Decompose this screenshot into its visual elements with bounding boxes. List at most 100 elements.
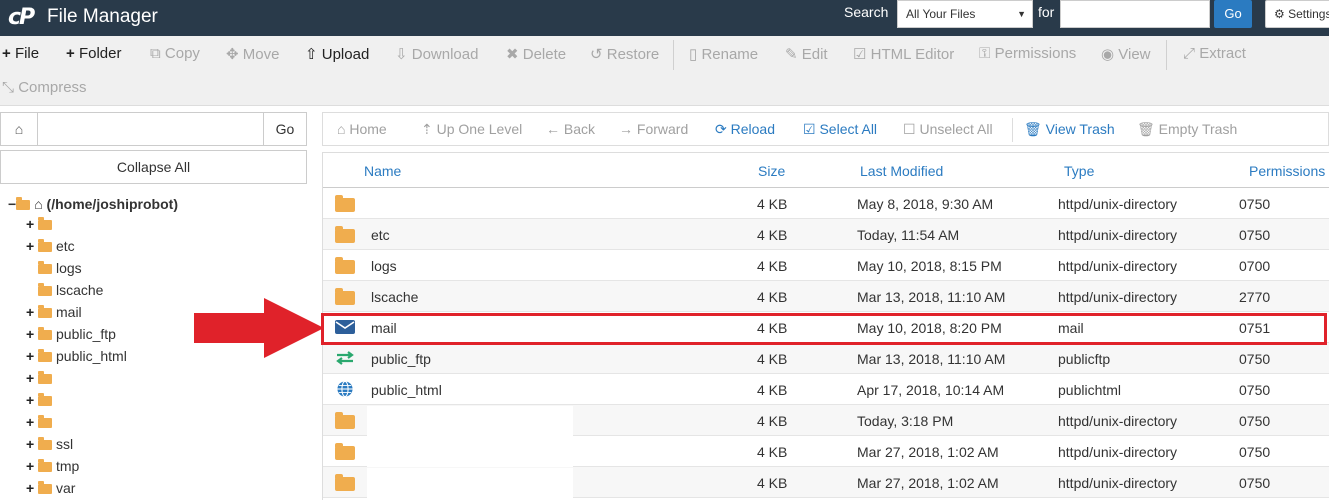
tree-item[interactable]: + tmp xyxy=(26,458,79,474)
close-icon: ✖ xyxy=(506,46,519,63)
permissions-button[interactable]: ⚿ Permissions xyxy=(979,45,1076,62)
tree-root[interactable]: − ⌂ (/home/joshiprobot) xyxy=(8,196,178,212)
plus-icon: + xyxy=(26,348,35,364)
html-editor-label: HTML Editor xyxy=(870,46,955,63)
folder-icon xyxy=(38,371,52,384)
cpanel-logo[interactable]: cP xyxy=(8,5,40,30)
tree-item[interactable]: + ssl xyxy=(26,436,73,452)
tree-item[interactable]: + xyxy=(26,370,56,386)
table-row[interactable]: etc 4 KB Today, 11:54 AM httpd/unix-directo… xyxy=(323,219,1329,250)
reload-button[interactable]: ⟳ Reload xyxy=(715,121,775,138)
move-button[interactable]: ✥ Move xyxy=(226,45,279,63)
upload-button[interactable]: ⇧ Upload xyxy=(305,45,369,63)
edit-square-icon: ☑ xyxy=(853,46,867,63)
search-input[interactable] xyxy=(1060,0,1210,28)
tree-item[interactable]: + public_ftp xyxy=(26,326,116,342)
column-last-modified[interactable]: Last Modified xyxy=(860,163,943,179)
new-file-button[interactable]: + File xyxy=(2,45,39,62)
compress-button[interactable]: ⤡ Compress xyxy=(2,79,87,96)
up-one-level-button[interactable]: ⇡ Up One Level xyxy=(421,121,522,138)
back-button[interactable]: ← Back xyxy=(546,121,595,137)
nav-home-button[interactable]: ⌂ Home xyxy=(337,121,387,137)
expand-icon: ⤢ xyxy=(1183,45,1196,62)
column-size[interactable]: Size xyxy=(758,163,785,179)
table-row[interactable]: logs 4 KB May 10, 2018, 8:15 PM httpd/unix-… xyxy=(323,250,1329,281)
view-button[interactable]: ◉ View xyxy=(1101,45,1151,63)
file-permissions: 0750 xyxy=(1239,351,1271,367)
settings-button[interactable]: ⚙ Settings xyxy=(1265,0,1329,28)
file-name[interactable]: lscache xyxy=(371,289,418,305)
trash-icon: 🗑 xyxy=(1024,121,1042,137)
rename-label: Rename xyxy=(701,46,759,63)
file-type: publichtml xyxy=(1058,382,1122,398)
tree-item[interactable]: logs xyxy=(38,260,82,276)
delete-label: Delete xyxy=(522,46,567,63)
home-icon[interactable]: ⌂ xyxy=(0,112,38,146)
plus-icon: + xyxy=(26,392,35,408)
search-go-button[interactable]: Go xyxy=(1214,0,1252,28)
file-modified: Today, 11:54 AM xyxy=(857,227,960,243)
file-modified: Apr 17, 2018, 10:14 AM xyxy=(857,382,1005,398)
file-type: httpd/unix-directory xyxy=(1058,444,1178,460)
table-header: Name Size Last Modified Type Permissions xyxy=(323,152,1329,188)
file-type: httpd/unix-directory xyxy=(1058,258,1178,274)
file-name[interactable]: public_html xyxy=(371,382,442,398)
table-row[interactable]: 4 KB Mar 27, 2018, 1:02 AM httpd/unix-dire… xyxy=(323,436,1329,467)
search-label: Search xyxy=(844,4,889,20)
tree-item[interactable]: lscache xyxy=(38,282,103,298)
copy-button[interactable]: ⧉ Copy xyxy=(150,45,200,62)
restore-button[interactable]: ↺ Restore xyxy=(590,45,659,63)
select-all-button[interactable]: ☑ Select All xyxy=(803,121,877,138)
file-name[interactable]: logs xyxy=(371,258,397,274)
upload-label: Upload xyxy=(321,46,370,63)
file-name[interactable]: etc xyxy=(371,227,390,243)
tree-item[interactable]: + xyxy=(26,216,56,232)
table-row[interactable]: lscache 4 KB Mar 13, 2018, 11:10 AM httpd/u… xyxy=(323,281,1329,312)
empty-trash-button[interactable]: 🗑 Empty Trash xyxy=(1137,121,1237,138)
column-name[interactable]: Name xyxy=(364,163,401,179)
file-modified: Mar 27, 2018, 1:02 AM xyxy=(857,475,999,491)
column-type[interactable]: Type xyxy=(1064,163,1094,179)
tree-item[interactable]: + public_html xyxy=(26,348,127,364)
table-row[interactable]: 4 KB May 8, 2018, 9:30 AM httpd/unix-direc… xyxy=(323,188,1329,219)
extract-button[interactable]: ⤢ Extract xyxy=(1183,45,1246,62)
path-go-button[interactable]: Go xyxy=(263,112,307,146)
plus-icon: + xyxy=(26,370,35,386)
download-button[interactable]: ⇩ Download xyxy=(395,45,478,63)
file-icon: ▯ xyxy=(689,46,698,63)
delete-button[interactable]: ✖ Delete xyxy=(506,45,566,63)
html-editor-button[interactable]: ☑ HTML Editor xyxy=(853,45,954,63)
tree-item[interactable]: + xyxy=(26,414,56,430)
search-scope-select[interactable]: All Your Files ▼ xyxy=(897,0,1033,28)
table-row[interactable]: public_html 4 KB Apr 17, 2018, 10:14 AM pub… xyxy=(323,374,1329,405)
redacted-area xyxy=(367,437,573,467)
for-label: for xyxy=(1038,4,1055,20)
file-type: publicftp xyxy=(1058,351,1111,367)
file-permissions: 0750 xyxy=(1239,227,1271,243)
file-size: 4 KB xyxy=(757,227,788,243)
globe-icon xyxy=(337,381,353,397)
edit-button[interactable]: ✎ Edit xyxy=(785,45,828,63)
tree-item[interactable]: + var xyxy=(26,480,75,496)
rename-button[interactable]: ▯ Rename xyxy=(689,45,758,63)
view-trash-button[interactable]: 🗑 View Trash xyxy=(1024,121,1115,138)
plus-icon: + xyxy=(26,458,35,474)
column-permissions[interactable]: Permissions xyxy=(1249,163,1325,179)
forward-button[interactable]: → Forward xyxy=(619,121,688,137)
pencil-icon: ✎ xyxy=(785,46,798,63)
table-row[interactable]: 4 KB Today, 3:18 PM httpd/unix-directory 07… xyxy=(323,405,1329,436)
table-row[interactable]: public_ftp 4 KB Mar 13, 2018, 11:10 AM publ… xyxy=(323,343,1329,374)
table-row[interactable]: 4 KB Mar 27, 2018, 1:02 AM httpd/unix-dire… xyxy=(323,467,1329,498)
exchange-icon xyxy=(336,351,354,365)
tree-item-label: public_html xyxy=(56,348,127,364)
tree-item[interactable]: + etc xyxy=(26,238,75,254)
file-name[interactable]: public_ftp xyxy=(371,351,431,367)
nav-home-label: Home xyxy=(349,121,387,137)
unselect-all-button[interactable]: ☐ Unselect All xyxy=(903,121,993,138)
tree-item[interactable]: + xyxy=(26,392,56,408)
path-input[interactable] xyxy=(38,112,264,146)
folder-icon xyxy=(38,437,52,450)
collapse-all-button[interactable]: Collapse All xyxy=(0,150,307,184)
new-folder-button[interactable]: + Folder xyxy=(66,45,121,62)
tree-item[interactable]: + mail xyxy=(26,304,82,320)
